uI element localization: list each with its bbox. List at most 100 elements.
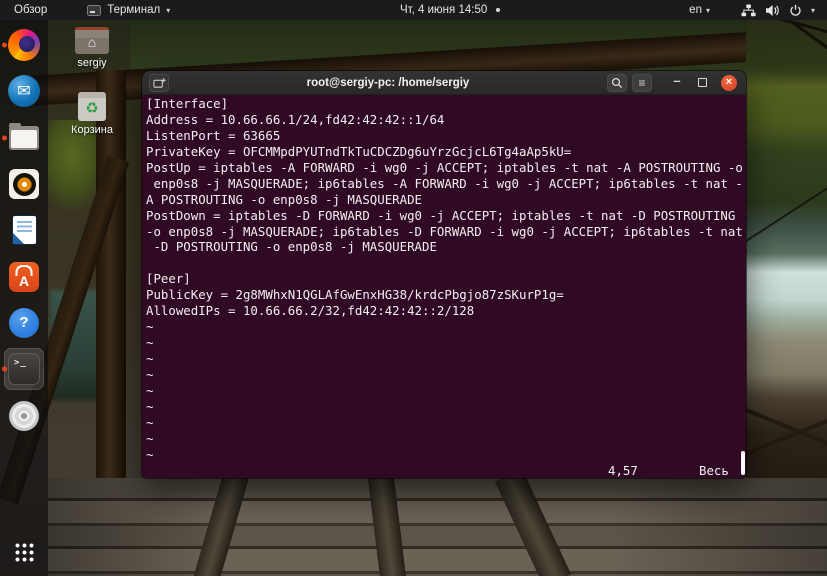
desktop-icon-trash[interactable]: ♻ Корзина — [63, 92, 121, 136]
terminal-line: PrivateKey = OFCMMpdPYUTndTkTuCDCZDg6uYr… — [146, 143, 572, 159]
terminal-line: PostDown = iptables -D FORWARD -i wg0 -j… — [146, 207, 736, 223]
close-icon: × — [721, 74, 737, 91]
terminal-lines: [Interface] Address = 10.66.66.1/24,fd42:… — [146, 96, 746, 463]
dock-item-firefox[interactable] — [0, 22, 48, 68]
app-menu[interactable]: Терминал ▾ — [87, 0, 170, 20]
running-indicator — [2, 42, 7, 48]
keyboard-layout-label: en — [689, 4, 702, 16]
notification-dot — [496, 8, 501, 12]
status-icons[interactable]: ▾ — [741, 4, 815, 17]
terminal-line: -o enp0s8 -j MASQUERADE; ip6tables -D FO… — [146, 223, 743, 239]
window-title: root@sergiy-pc: /home/sergiy — [306, 76, 470, 89]
terminal-line: ~ — [146, 319, 154, 335]
dock-item-help[interactable]: ? — [0, 300, 48, 346]
files-icon — [9, 122, 39, 150]
menu-button[interactable]: ≡ — [632, 73, 652, 92]
search-button[interactable] — [607, 73, 627, 92]
terminal-line: ListenPort = 63665 — [146, 127, 281, 143]
desktop-icon-label: sergiy — [77, 57, 107, 69]
recycle-glyph: ♻ — [85, 99, 99, 117]
trash-icon: ♻ — [78, 92, 106, 121]
terminal-line: Address = 10.66.66.1/24,fd42:42:42::1/64 — [146, 111, 445, 127]
dock-item-thunderbird[interactable]: ✉ — [0, 68, 48, 114]
vim-scroll-indicator: Весь — [699, 462, 729, 478]
terminal-icon: >_ — [8, 353, 40, 386]
keyboard-layout-indicator[interactable]: en ▾ — [689, 4, 710, 16]
close-button[interactable]: × — [719, 74, 739, 92]
chevron-down-icon: ▾ — [166, 5, 171, 15]
prompt-glyph: >_ — [14, 358, 27, 369]
app-menu-label: Терминал — [107, 4, 161, 16]
wallpaper-river-scene — [746, 18, 827, 480]
terminal-line: ~ — [146, 398, 154, 414]
terminal-line: -D POSTROUTING -o enp0s8 -j MASQUERADE — [146, 239, 437, 255]
terminal-mini-icon — [87, 4, 102, 16]
clock[interactable]: Чт, 4 июня 14:50 — [400, 0, 501, 20]
terminal-line: ~ — [146, 414, 154, 430]
chevron-down-icon: ▾ — [810, 5, 815, 15]
software-letter: A — [18, 272, 30, 289]
terminal-window: root@sergiy-pc: /home/sergiy ≡ – × [Inte… — [142, 71, 746, 478]
firefox-icon — [8, 29, 40, 62]
hamburger-icon: ≡ — [638, 75, 646, 90]
terminal-line: PublicKey = 2g8MWhxN1QGLAfGwEnxHG38/krdc… — [146, 287, 564, 303]
minimize-button[interactable]: – — [667, 72, 687, 92]
terminal-line: [Interface] — [146, 96, 229, 111]
terminal-scrollbar[interactable] — [741, 451, 745, 475]
home-folder-icon: ⌂ — [75, 27, 109, 54]
disc-icon — [9, 400, 39, 431]
terminal-line: ~ — [146, 446, 154, 462]
ubuntu-software-icon: A — [9, 261, 39, 292]
terminal-content[interactable]: [Interface] Address = 10.66.66.1/24,fd42:… — [142, 95, 746, 478]
desktop-icon-home[interactable]: ⌂ sergiy — [63, 27, 121, 69]
maximize-button[interactable] — [692, 74, 712, 92]
search-icon — [611, 77, 623, 88]
top-bar: Обзор Терминал ▾ Чт, 4 июня 14:50 en ▾ ▾ — [0, 0, 827, 20]
dock-item-rhythmbox[interactable] — [0, 161, 48, 207]
wallpaper-bridge-deck — [48, 478, 827, 576]
system-status-area[interactable]: en ▾ ▾ — [689, 0, 827, 20]
terminal-line: AllowedIPs = 10.66.66.2/32,fd42:42:42::2… — [146, 303, 475, 319]
question-mark: ? — [19, 314, 29, 332]
dock-item-terminal[interactable]: >_ — [0, 346, 48, 392]
running-indicator — [2, 135, 7, 141]
vim-status-line: "/etc/wireguard/wg0.conf" 10L, 638C 4,57… — [146, 463, 746, 478]
dock-item-disc[interactable] — [0, 392, 48, 438]
dock-item-files[interactable] — [0, 115, 48, 161]
home-glyph: ⌂ — [87, 34, 97, 50]
terminal-line: ~ — [146, 366, 154, 382]
help-icon: ? — [9, 307, 39, 338]
terminal-line: PostUp = iptables -A FORWARD -i wg0 -j A… — [146, 159, 743, 175]
power-icon — [790, 4, 801, 16]
clock-label: Чт, 4 июня 14:50 — [400, 4, 488, 16]
running-indicator — [2, 366, 7, 372]
vim-cursor-position: 4,57 — [608, 462, 638, 478]
terminal-titlebar[interactable]: root@sergiy-pc: /home/sergiy ≡ – × — [142, 71, 746, 95]
new-tab-icon — [152, 77, 166, 88]
envelope-icon: ✉ — [17, 83, 31, 101]
dock: ✉ A ? >_ — [0, 20, 48, 576]
new-tab-button[interactable] — [149, 73, 169, 92]
terminal-line: A POSTROUTING -o enp0s8 -j MASQUERADE — [146, 191, 423, 207]
thunderbird-icon: ✉ — [8, 75, 40, 108]
terminal-line: ~ — [146, 382, 154, 398]
minimize-icon: – — [673, 72, 681, 88]
terminal-line: ~ — [146, 351, 154, 366]
dock-item-ubuntu-software[interactable]: A — [0, 253, 48, 299]
terminal-line: ~ — [146, 335, 154, 351]
desktop-icon-label: Корзина — [71, 124, 113, 136]
dock-item-libreoffice-writer[interactable] — [0, 207, 48, 253]
chevron-down-icon: ▾ — [705, 5, 710, 15]
wallpaper-deck-beam — [494, 478, 572, 576]
terminal-line: enp0s8 -j MASQUERADE; ip6tables -A FORWA… — [146, 175, 743, 191]
terminal-line: ~ — [146, 430, 154, 446]
maximize-icon — [697, 78, 707, 87]
wallpaper-deck-beam — [192, 478, 250, 576]
show-applications-button[interactable] — [14, 542, 34, 562]
libreoffice-writer-icon — [12, 216, 36, 245]
activities-button[interactable]: Обзор — [0, 0, 61, 20]
rhythmbox-icon — [9, 169, 39, 200]
network-wired-icon — [741, 4, 756, 16]
wallpaper-deck-beam — [367, 478, 407, 576]
